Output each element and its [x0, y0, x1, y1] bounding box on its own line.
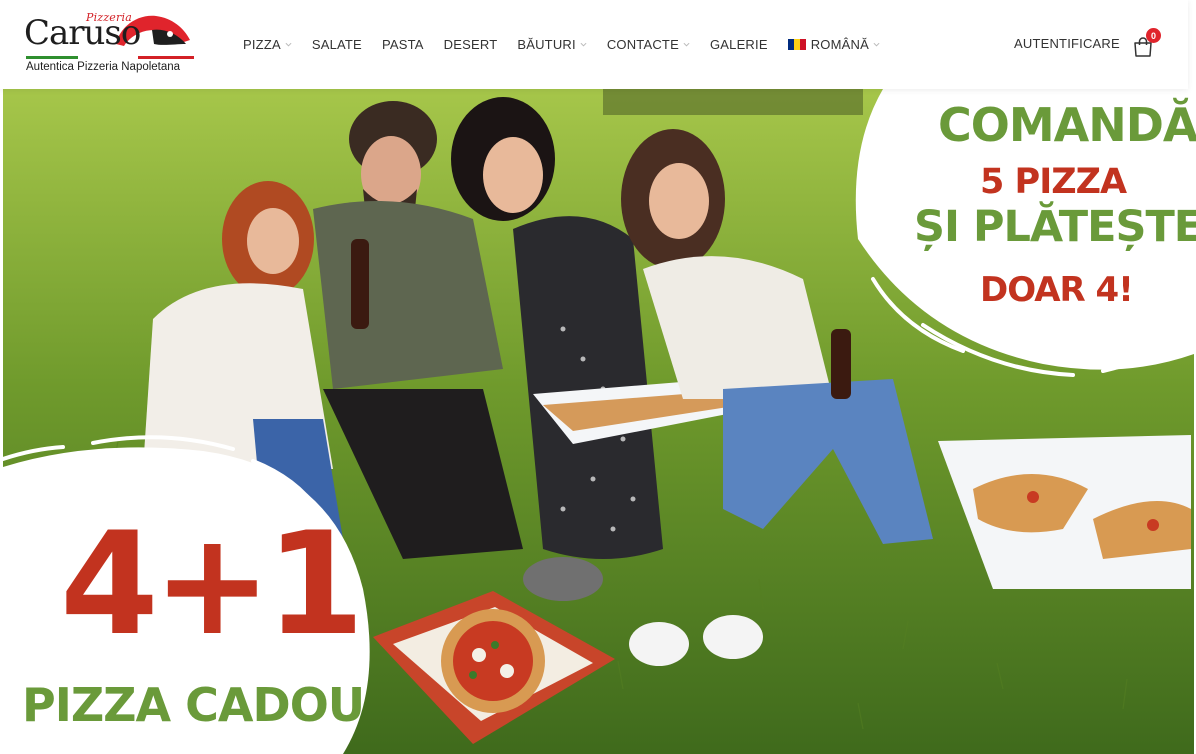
nav-item-label: PIZZA — [243, 36, 281, 52]
login-link[interactable]: AUTENTIFICARE — [1014, 36, 1120, 51]
nav-item-salate[interactable]: SALATE — [312, 37, 362, 52]
promo-4plus1-headline: 4+1 — [60, 502, 365, 667]
logo-green-stripe — [26, 56, 78, 59]
promo-only-four: DOAR 4! — [980, 270, 1134, 310]
site-header: Pizzeria Caruso Autentica Pizzeria Napol… — [0, 0, 1188, 89]
nav-item-galerie[interactable]: GALERIE — [710, 37, 768, 52]
nav-item-contacte[interactable]: CONTACTE — [607, 37, 690, 52]
nav-item-pizza[interactable]: PIZZA — [243, 37, 292, 52]
logo-brand-name: Caruso — [24, 13, 141, 53]
language-label: ROMÂNĂ — [810, 36, 869, 52]
logo-red-stripe — [138, 56, 194, 59]
chevron-down-icon — [580, 42, 587, 47]
cart-button[interactable]: 0 — [1132, 28, 1162, 58]
nav-item-bauturi[interactable]: BĂUTURI — [517, 36, 587, 52]
chevron-down-icon — [873, 42, 880, 47]
language-switcher[interactable]: ROMÂNĂ — [787, 36, 880, 52]
nav-item-label: PASTA — [381, 36, 424, 52]
promo-pizza-gift: PIZZA CADOU — [22, 678, 365, 732]
site-logo[interactable]: Pizzeria Caruso Autentica Pizzeria Napol… — [24, 10, 196, 76]
nav-item-label: SALATE — [311, 36, 362, 52]
nav-item-pasta[interactable]: PASTA — [382, 37, 424, 52]
main-navigation: PIZZA SALATE PASTA DESERT BĂUTURI CONTAC… — [243, 34, 900, 54]
logo-tagline: Autentica Pizzeria Napoletana — [26, 61, 181, 73]
nav-item-desert[interactable]: DESERT — [444, 37, 498, 52]
promo-order-heading: COMANDĂ — [938, 98, 1196, 152]
chevron-down-icon — [285, 42, 292, 47]
nav-item-label: CONTACTE — [606, 36, 679, 52]
promo-and-pay: ȘI PLĂTEȘTE — [914, 202, 1196, 252]
romania-flag-icon — [787, 38, 806, 50]
nav-item-label: GALERIE — [709, 36, 768, 52]
chevron-down-icon — [683, 42, 690, 47]
nav-item-label: BĂUTURI — [517, 36, 576, 52]
cart-count-badge: 0 — [1146, 28, 1161, 43]
promo-five-pizza: 5 PIZZA — [980, 162, 1127, 202]
nav-item-label: DESERT — [443, 36, 498, 52]
